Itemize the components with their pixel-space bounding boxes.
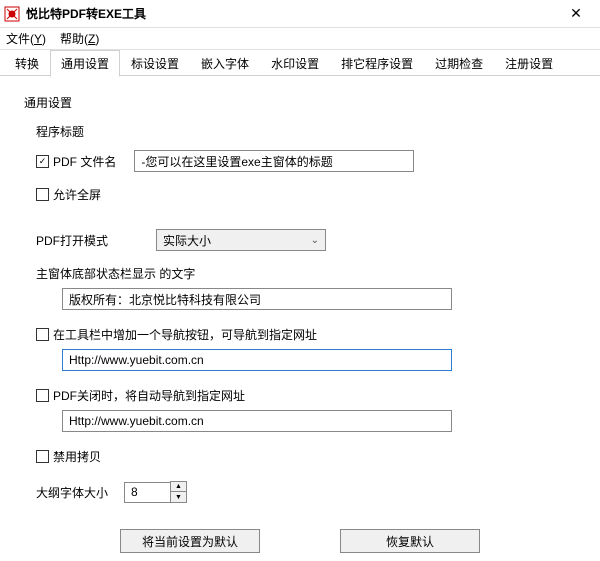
app-icon [4,6,20,22]
menubar: 文件(Y) 帮助(Z) [0,28,600,50]
triangle-down-icon: ▼ [175,494,182,501]
tab-bar: 转换 通用设置 标设设置 嵌入字体 水印设置 排它程序设置 过期检查 注册设置 [0,50,600,76]
window-title: 悦比特PDF转EXE工具 [26,5,556,22]
tab-register[interactable]: 注册设置 [494,50,564,76]
allow-fullscreen-label: 允许全屏 [53,186,101,203]
toolbar-nav-checkbox[interactable] [36,328,49,341]
outline-fontsize-spinner: ▲ ▼ [124,481,187,503]
tab-general-settings[interactable]: 通用设置 [50,50,120,77]
pdf-filename-checkbox[interactable] [36,155,49,168]
open-mode-value: 实际大小 [163,232,211,249]
set-default-button[interactable]: 将当前设置为默认 [120,529,260,553]
close-nav-checkbox[interactable] [36,389,49,402]
statusbar-text-input[interactable] [62,288,452,310]
toolbar-nav-url-input[interactable] [62,349,452,371]
open-mode-select[interactable]: 实际大小 ⌄ [156,229,326,251]
content-panel: 通用设置 程序标题 PDF 文件名 允许全屏 PDF打开模式 实际大小 ⌄ 主窗… [0,76,600,561]
triangle-up-icon: ▲ [175,483,182,490]
close-icon: ✕ [570,5,582,22]
window-title-input[interactable] [134,150,414,172]
program-title-label: 程序标题 [22,119,578,150]
tab-title-settings[interactable]: 标设设置 [120,50,190,76]
menu-help[interactable]: 帮助(Z) [60,30,99,47]
tab-embed-font[interactable]: 嵌入字体 [190,50,260,76]
tab-convert[interactable]: 转换 [4,50,50,76]
titlebar: 悦比特PDF转EXE工具 ✕ [0,0,600,28]
spinner-down-button[interactable]: ▼ [171,492,186,502]
close-nav-url-input[interactable] [62,410,452,432]
spinner-up-button[interactable]: ▲ [171,482,186,492]
disable-copy-label: 禁用拷贝 [53,448,101,465]
chevron-down-icon: ⌄ [311,235,319,246]
disable-copy-checkbox[interactable] [36,450,49,463]
close-nav-label: PDF关闭时，将自动导航到指定网址 [53,387,245,404]
restore-default-button[interactable]: 恢复默认 [340,529,480,553]
tab-expiry[interactable]: 过期检查 [424,50,494,76]
toolbar-nav-label: 在工具栏中增加一个导航按钮，可导航到指定网址 [53,326,317,343]
pdf-filename-label: PDF 文件名 [53,153,116,170]
tab-watermark[interactable]: 水印设置 [260,50,330,76]
outline-fontsize-label: 大纲字体大小 [36,484,124,501]
open-mode-label: PDF打开模式 [36,232,156,249]
tab-exclusive[interactable]: 排它程序设置 [330,50,424,76]
statusbar-text-label: 主窗体底部状态栏显示 的文字 [22,265,578,282]
group-label-general: 通用设置 [22,92,578,119]
allow-fullscreen-checkbox[interactable] [36,188,49,201]
outline-fontsize-input[interactable] [124,482,170,503]
close-button[interactable]: ✕ [556,0,596,27]
menu-file[interactable]: 文件(Y) [6,30,46,47]
